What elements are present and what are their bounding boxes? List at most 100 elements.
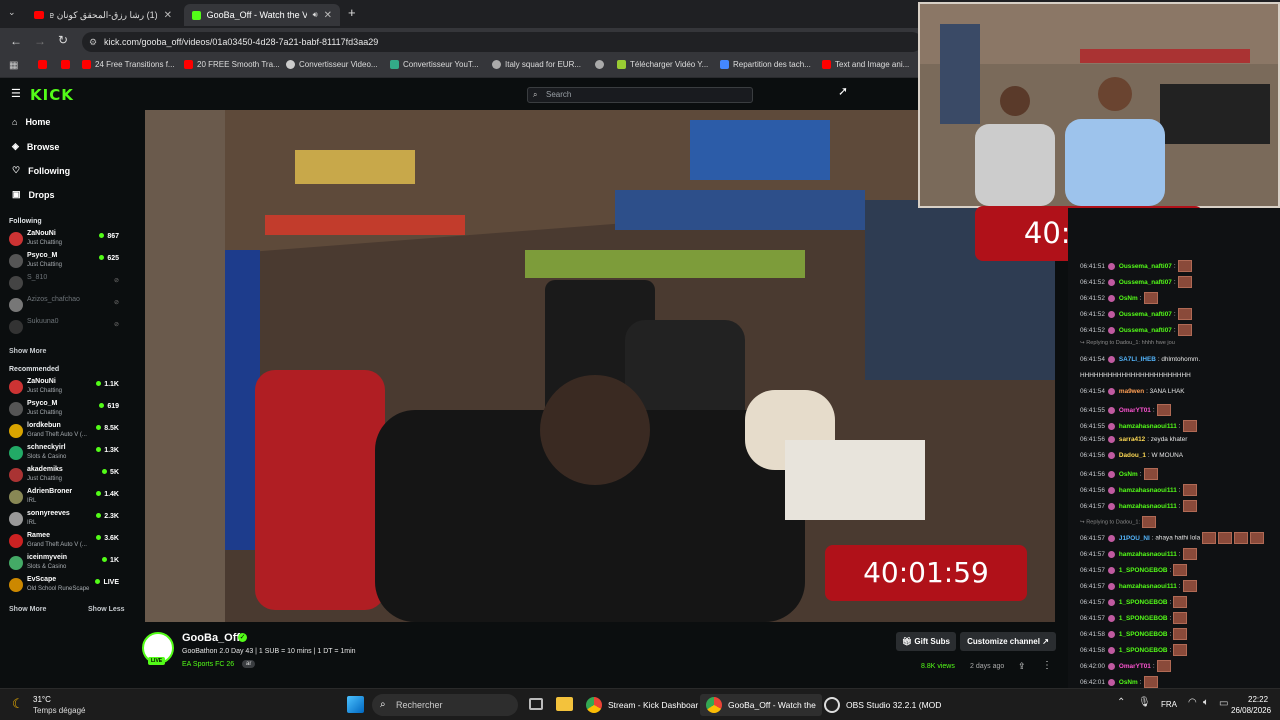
chat-username[interactable]: 1_SPONGEBOB bbox=[1119, 599, 1168, 606]
bookmark-4[interactable]: Convertisseur YouT... bbox=[390, 60, 479, 69]
chat-username[interactable]: OsNm bbox=[1119, 471, 1138, 478]
apps-grid-icon[interactable]: ▦ bbox=[9, 60, 18, 71]
tab-search-icon[interactable]: ⌄ bbox=[8, 7, 16, 18]
chat-username[interactable]: Dadou_1 bbox=[1119, 452, 1146, 459]
channel-row[interactable]: Ramee Grand Theft Auto V (... 3.6K bbox=[9, 532, 121, 552]
bookmark-1[interactable]: 24 Free Transitions f... bbox=[82, 60, 175, 69]
channel-row[interactable]: sonnyreeves IRL 2.3K bbox=[9, 510, 121, 530]
channel-row[interactable]: Azizos_chafchao ⊘ bbox=[9, 296, 121, 316]
speaker-icon[interactable]: 🔊︎ bbox=[313, 10, 318, 20]
language-indicator[interactable]: FRA bbox=[1161, 700, 1177, 709]
file-explorer-icon[interactable] bbox=[556, 697, 573, 711]
channel-row[interactable]: Sukuuna0 ⊘ bbox=[9, 318, 121, 338]
taskbar-app-gooba[interactable]: GooBa_Off - Watch the bbox=[700, 694, 822, 716]
channel-row[interactable]: schneckyirl Slots & Casino 1.3K bbox=[9, 444, 121, 464]
bookmark-5[interactable]: Italy squad for EUR... bbox=[492, 60, 581, 69]
chat-username[interactable]: OmarYT01 bbox=[1119, 407, 1151, 414]
channel-row[interactable]: ZaNouNi Just Chatting 867 bbox=[9, 230, 121, 250]
microphone-icon[interactable]: 🎙︎ bbox=[1138, 697, 1151, 708]
chat-username[interactable]: hamzahasnaoui111 bbox=[1119, 551, 1177, 558]
forward-icon[interactable]: → bbox=[34, 34, 46, 48]
streamer-name[interactable]: GooBa_Off bbox=[182, 632, 240, 644]
close-icon[interactable]: ✕ bbox=[164, 10, 172, 21]
taskbar-search[interactable]: ⌕ Rechercher bbox=[372, 694, 518, 716]
back-icon[interactable]: ← bbox=[10, 34, 22, 48]
bookmark-8[interactable]: Repartition des tach... bbox=[720, 60, 811, 69]
channel-row[interactable]: S_810 ⊘ bbox=[9, 274, 121, 294]
battery-icon[interactable]: ▭ bbox=[1219, 698, 1228, 709]
channel-row[interactable]: lordkebun Grand Theft Auto V (... 8.5K bbox=[9, 422, 121, 442]
show-more-button[interactable]: Show More bbox=[9, 348, 46, 355]
show-less-button[interactable]: Show Less bbox=[88, 606, 125, 613]
weather-icon[interactable]: ☾ bbox=[12, 696, 24, 712]
channel-avatar bbox=[9, 446, 23, 460]
tab-youtube[interactable]: (1) رشا رزق-المحقق كونان Tube ✕ bbox=[26, 4, 180, 26]
chat-username[interactable]: ma9wen bbox=[1119, 388, 1144, 395]
url-field[interactable]: ⚙ kick.com/gooba_off/videos/01a03450-4d2… bbox=[82, 32, 922, 52]
channel-row[interactable]: Psyco_M Just Chatting 625 bbox=[9, 252, 121, 272]
channel-row[interactable]: akademiks Just Chatting 5K bbox=[9, 466, 121, 486]
kick-logo[interactable]: KICK bbox=[30, 86, 74, 104]
wifi-icon[interactable]: ◠ bbox=[1188, 697, 1197, 708]
chat-username[interactable]: OmarYT01 bbox=[1119, 663, 1151, 670]
bookmark-9[interactable]: Text and Image ani... bbox=[822, 60, 909, 69]
chat-username[interactable]: Oussema_nafti07 bbox=[1119, 279, 1172, 286]
category-link[interactable]: EA Sports FC 26 bbox=[182, 661, 234, 668]
reload-icon[interactable]: ↻ bbox=[58, 33, 68, 47]
more-options-icon[interactable]: ⋮ bbox=[1042, 660, 1052, 671]
chat-username[interactable]: 1_SPONGEBOB bbox=[1119, 631, 1168, 638]
volume-icon[interactable]: 🔈︎ bbox=[1203, 697, 1209, 708]
search-input[interactable]: ⌕ Search bbox=[527, 87, 753, 103]
nav-browse[interactable]: ◈ Browse bbox=[12, 141, 59, 152]
bookmark-3[interactable]: Convertisseur Video... bbox=[286, 60, 378, 69]
chat-username[interactable]: hamzahasnaoui111 bbox=[1119, 583, 1177, 590]
chat-username[interactable]: 1_SPONGEBOB bbox=[1119, 567, 1168, 574]
clock-date[interactable]: 26/08/2026 bbox=[1231, 706, 1271, 715]
customize-channel-button[interactable]: Customize channel ↗ bbox=[960, 632, 1056, 651]
channel-row[interactable]: Psyco_M Just Chatting 619 bbox=[9, 400, 121, 420]
badge-icon bbox=[1107, 470, 1115, 478]
task-view-icon[interactable] bbox=[529, 698, 543, 710]
bookmark-6[interactable] bbox=[595, 60, 604, 69]
nav-home[interactable]: ⌂ Home bbox=[12, 117, 50, 127]
chat-username[interactable]: hamzahasnaoui111 bbox=[1119, 423, 1177, 430]
chat-username[interactable]: Oussema_nafti07 bbox=[1119, 327, 1172, 334]
chat-username[interactable]: hamzahasnaoui111 bbox=[1119, 487, 1177, 494]
drops-icon: ▣ bbox=[12, 189, 21, 199]
close-icon[interactable]: ✕ bbox=[324, 10, 332, 21]
chat-username[interactable]: sarra412 bbox=[1119, 436, 1145, 443]
chat-username[interactable]: SA7LI_IHEB bbox=[1119, 356, 1156, 363]
channel-row[interactable]: iceinmyvein Slots & Casino 1K bbox=[9, 554, 121, 574]
chat-username[interactable]: 1_SPONGEBOB bbox=[1119, 647, 1168, 654]
taskbar-app-obs[interactable]: OBS Studio 32.2.1 (MOD bbox=[824, 695, 941, 715]
windows-start-icon[interactable] bbox=[347, 696, 364, 713]
chat-username[interactable]: hamzahasnaoui111 bbox=[1119, 503, 1177, 510]
channel-row[interactable]: ZaNouNi Just Chatting 1.1K bbox=[9, 378, 121, 398]
language-tag[interactable]: ar bbox=[242, 660, 256, 668]
tab-kick-vod[interactable]: GooBa_Off - Watch the VOD 🔊︎ ✕ bbox=[184, 4, 340, 26]
nav-following[interactable]: ♡ Following bbox=[12, 165, 70, 176]
bookmark-2[interactable]: 20 FREE Smooth Tra... bbox=[184, 60, 280, 69]
channel-row[interactable]: EvScape Old School RuneScape LIVE bbox=[9, 576, 121, 596]
site-info-icon[interactable]: ⚙ bbox=[89, 32, 97, 52]
share-icon[interactable]: ⇪ bbox=[1018, 661, 1026, 672]
chat-username[interactable]: OsNm bbox=[1119, 679, 1138, 686]
bookmark-7[interactable]: Télécharger Vidéo Y... bbox=[617, 60, 708, 69]
chat-username[interactable]: Oussema_nafti07 bbox=[1119, 311, 1172, 318]
bookmark-youtube-1[interactable] bbox=[38, 60, 47, 69]
clock-time[interactable]: 22:22 bbox=[1248, 695, 1268, 704]
nav-drops[interactable]: ▣ Drops bbox=[12, 189, 55, 200]
chevron-up-icon[interactable]: ⌃ bbox=[1117, 697, 1125, 708]
new-tab-button[interactable]: + bbox=[348, 5, 356, 20]
show-more-button[interactable]: Show More bbox=[9, 606, 46, 613]
channel-row[interactable]: AdrienBroner IRL 1.4K bbox=[9, 488, 121, 508]
bookmark-youtube-2[interactable] bbox=[61, 60, 70, 69]
chat-username[interactable]: J1POU_NI bbox=[1119, 535, 1150, 542]
chat-username[interactable]: OsNm bbox=[1119, 295, 1138, 302]
channel-category: Just Chatting bbox=[27, 240, 63, 246]
chat-username[interactable]: Oussema_nafti07 bbox=[1119, 263, 1172, 270]
menu-icon[interactable]: ☰ bbox=[11, 87, 21, 100]
chat-username[interactable]: 1_SPONGEBOB bbox=[1119, 615, 1168, 622]
taskbar-app-kick-dashboard[interactable]: Stream - Kick Dashboar bbox=[586, 695, 698, 715]
gift-subs-button[interactable]: 🎁︎ Gift Subs bbox=[896, 632, 956, 651]
